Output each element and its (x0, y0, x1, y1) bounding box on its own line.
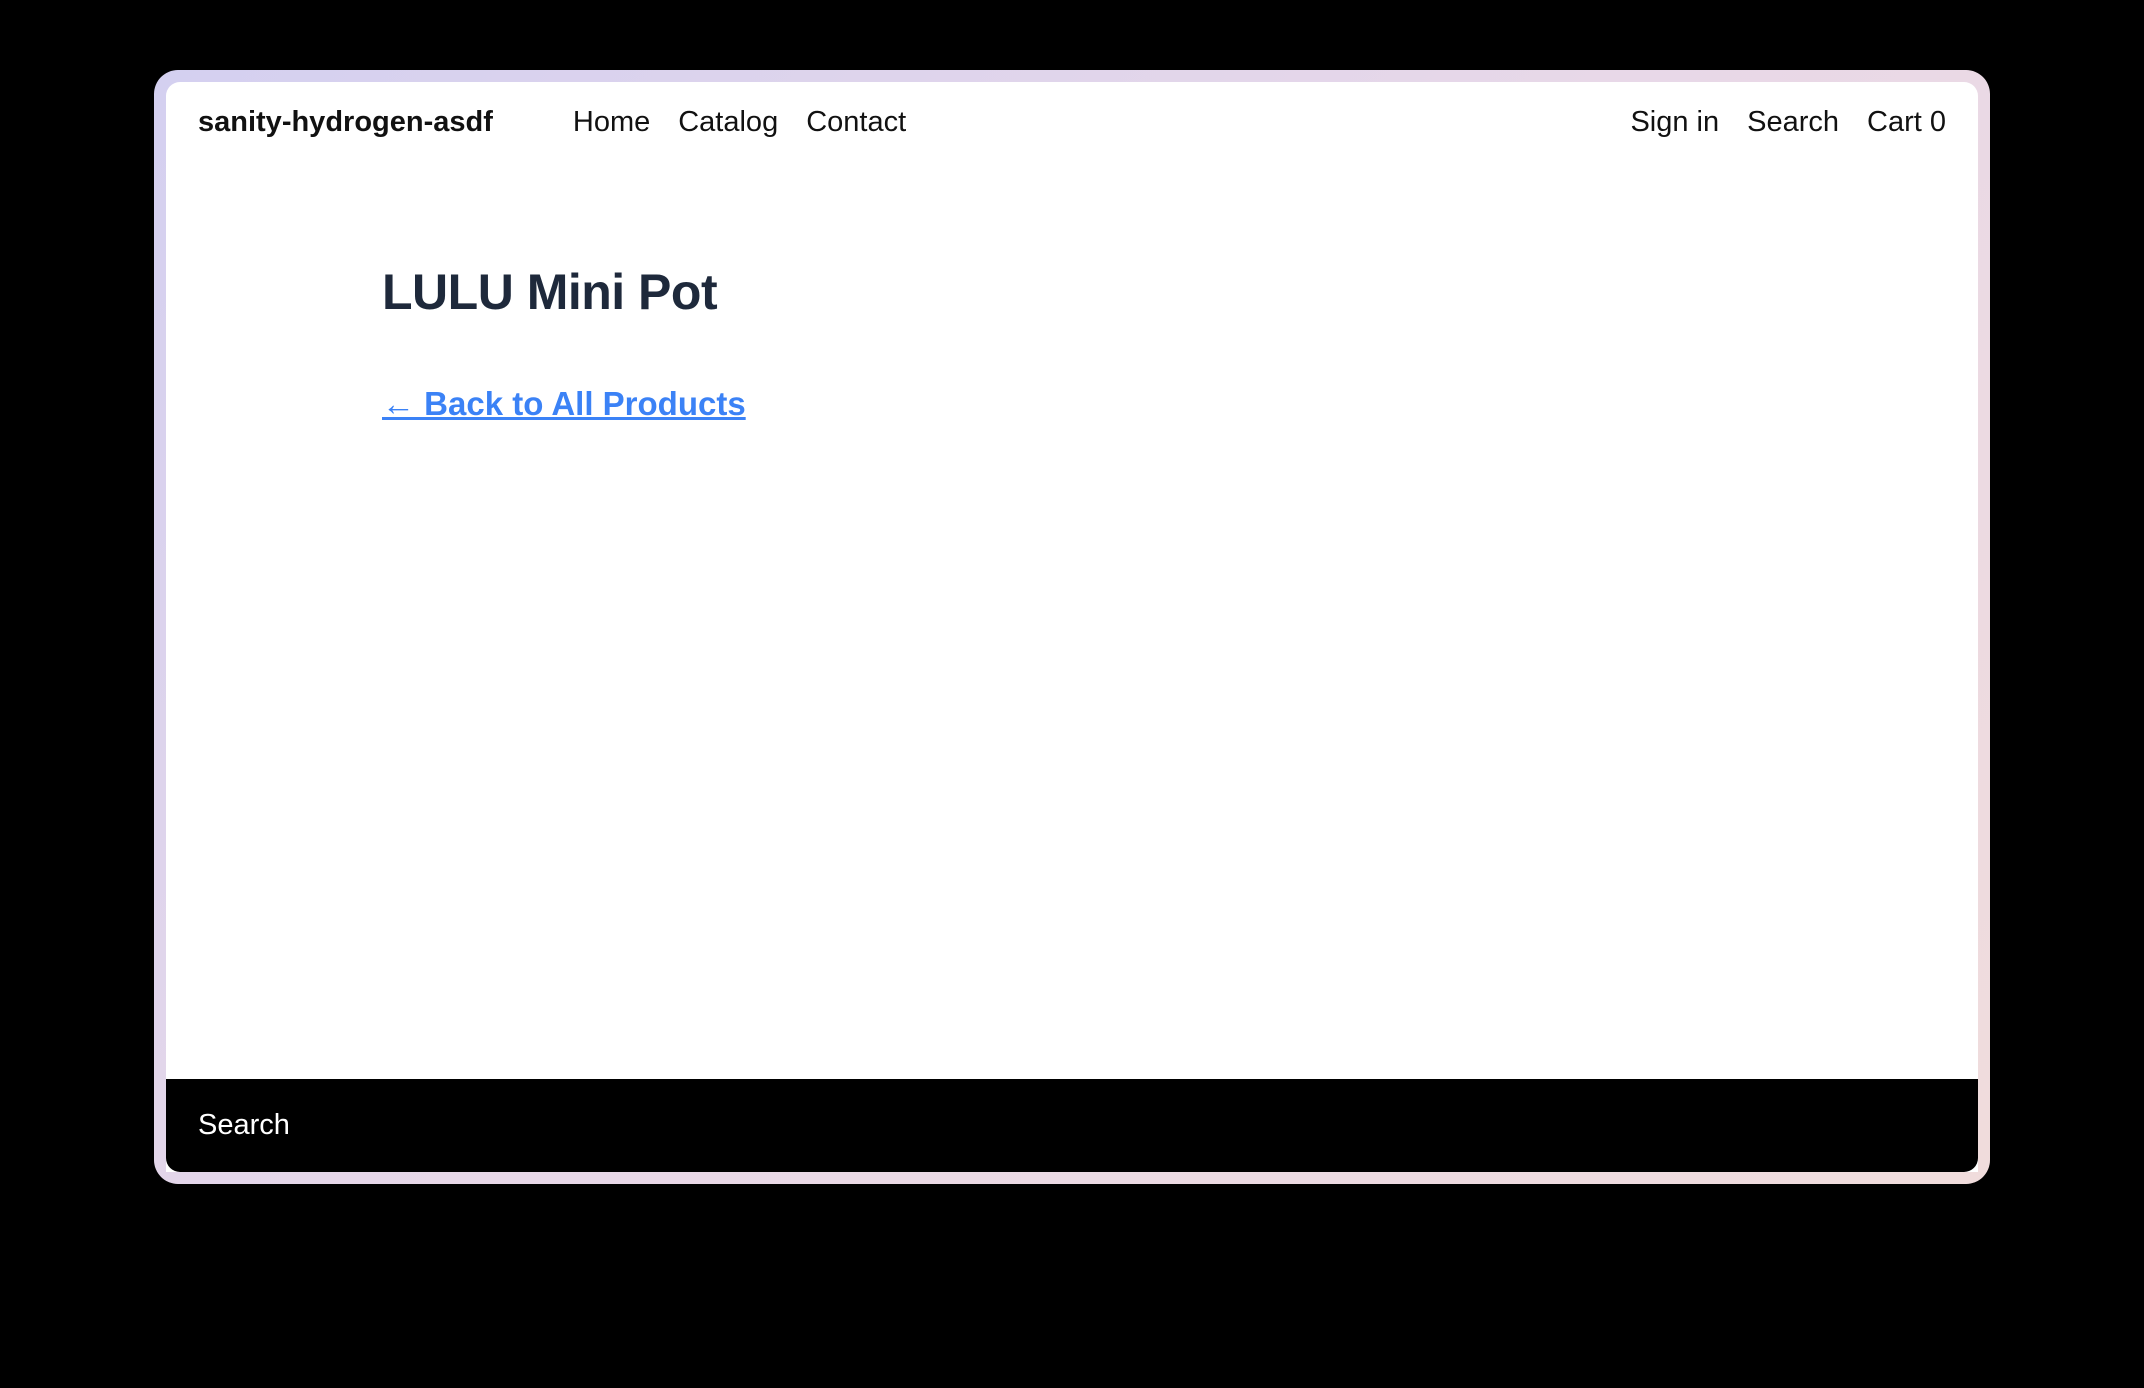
cart-count: 0 (1930, 106, 1946, 138)
cart-label: Cart (1867, 106, 1930, 138)
header-right-nav: Sign in Search Cart 0 (1630, 106, 1946, 139)
browser-window: sanity-hydrogen-asdf Home Catalog Contac… (154, 70, 1990, 1184)
site-header: sanity-hydrogen-asdf Home Catalog Contac… (166, 82, 1978, 163)
site-footer: Search (166, 1079, 1978, 1172)
main-content: LULU Mini Pot ← Back to All Products (166, 163, 1978, 1079)
search-link[interactable]: Search (1747, 106, 1839, 139)
main-nav: Home Catalog Contact (573, 106, 906, 139)
nav-home[interactable]: Home (573, 106, 650, 139)
footer-search-link[interactable]: Search (198, 1109, 290, 1141)
nav-contact[interactable]: Contact (806, 106, 906, 139)
nav-catalog[interactable]: Catalog (678, 106, 778, 139)
back-to-products-link[interactable]: ← Back to All Products (382, 385, 746, 422)
cart-link[interactable]: Cart 0 (1867, 106, 1946, 139)
signin-link[interactable]: Sign in (1630, 106, 1719, 139)
page-content: sanity-hydrogen-asdf Home Catalog Contac… (166, 82, 1978, 1172)
site-title[interactable]: sanity-hydrogen-asdf (198, 106, 493, 139)
product-title: LULU Mini Pot (382, 263, 1762, 321)
